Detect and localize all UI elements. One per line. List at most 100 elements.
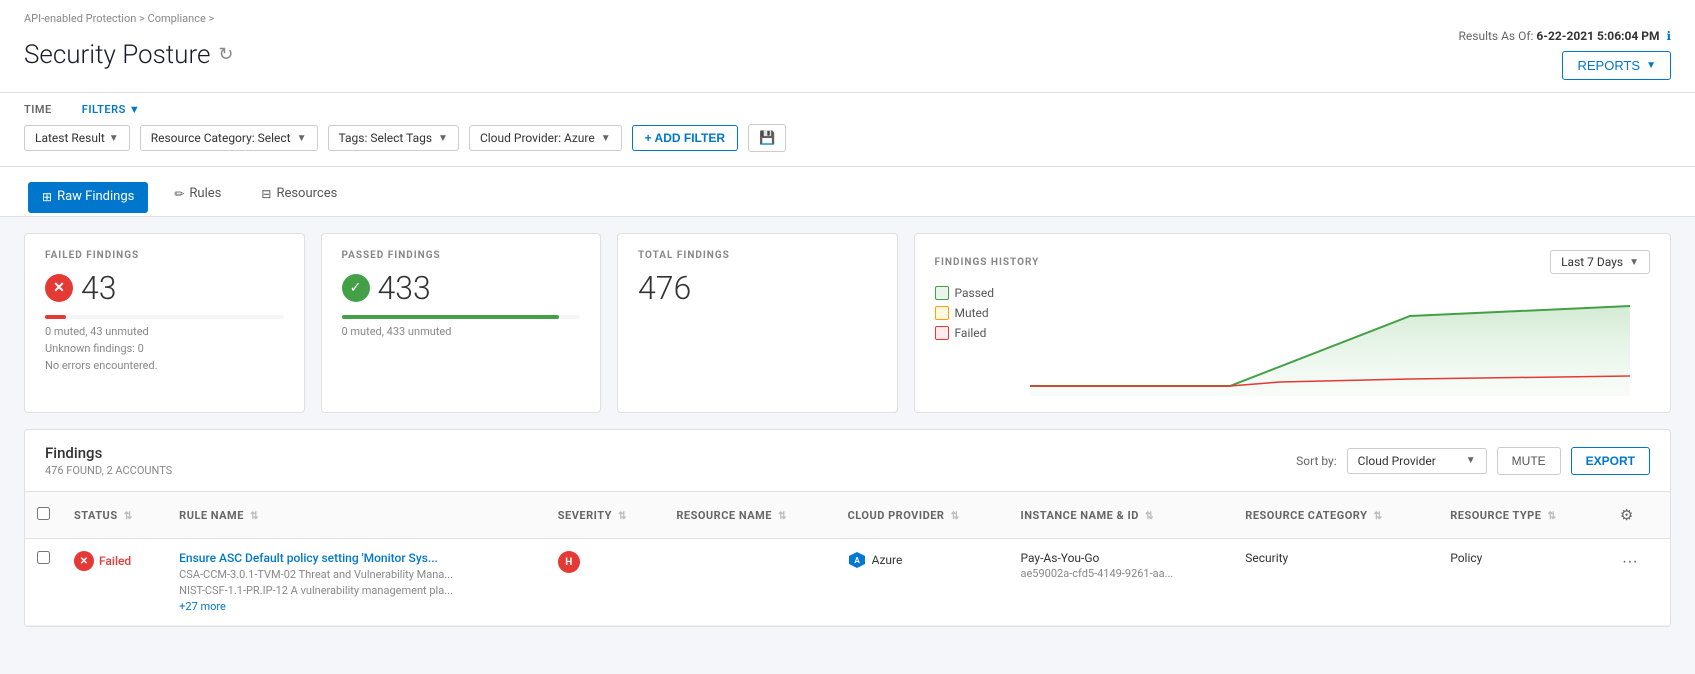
- legend-passed-box: [935, 286, 949, 300]
- main-content: FAILED FINDINGS ✕ 43 0 muted, 43 unmuted…: [0, 217, 1695, 643]
- th-checkbox: [25, 492, 62, 539]
- svg-text:A: A: [854, 556, 860, 565]
- failed-findings-card: FAILED FINDINGS ✕ 43 0 muted, 43 unmuted…: [24, 233, 305, 413]
- severity-badge: H: [558, 551, 580, 573]
- legend-failed-box: [935, 326, 949, 340]
- filters-dropdown-arrow: ▼: [129, 103, 140, 116]
- row-more-cell: ···: [1604, 539, 1670, 626]
- cloud-sort-icon: ⇅: [951, 511, 960, 522]
- resource-category-arrow: ▼: [297, 133, 307, 144]
- total-label: TOTAL FINDINGS: [638, 250, 877, 261]
- chart-area: [1010, 286, 1650, 396]
- findings-title: Findings: [45, 444, 172, 462]
- failed-count: 43: [81, 269, 117, 307]
- th-rule-name[interactable]: RULE NAME ⇅: [167, 492, 546, 539]
- time-filter-select[interactable]: Latest Result ▼: [24, 125, 130, 151]
- history-chart: [1010, 286, 1650, 396]
- sort-by-select[interactable]: Cloud Provider ▼: [1347, 448, 1487, 474]
- passed-findings-card: PASSED FINDINGS ✓ 433 0 muted, 433 unmut…: [321, 233, 602, 413]
- breadcrumb-item-2[interactable]: Compliance: [148, 12, 206, 25]
- th-resource-name[interactable]: RESOURCE NAME ⇅: [664, 492, 835, 539]
- rule-sub-2: NIST-CSF-1.1-PR.IP-12 A vulnerability ma…: [179, 584, 479, 597]
- rule-name-link[interactable]: Ensure ASC Default policy setting 'Monit…: [179, 551, 479, 565]
- azure-logo: A: [848, 551, 866, 569]
- legend-passed-label: Passed: [955, 286, 995, 300]
- reports-button[interactable]: REPORTS ▼: [1562, 51, 1671, 80]
- tags-select[interactable]: Tags: Select Tags ▼: [328, 125, 459, 151]
- th-resource-category[interactable]: RESOURCE CATEGORY ⇅: [1233, 492, 1438, 539]
- severity-sort-icon: ⇅: [618, 511, 627, 522]
- findings-table: STATUS ⇅ RULE NAME ⇅ SEVERITY ⇅ RESOUR: [25, 492, 1670, 626]
- row-fail-icon: ✕: [74, 551, 94, 571]
- failed-sub: 0 muted, 43 unmuted: [45, 325, 284, 338]
- add-filter-button[interactable]: + ADD FILTER: [632, 125, 738, 151]
- legend-muted-box: [935, 306, 949, 320]
- resource-type-sort-icon: ⇅: [1548, 511, 1557, 522]
- export-button[interactable]: EXPORT: [1571, 447, 1650, 475]
- th-severity[interactable]: SEVERITY ⇅: [546, 492, 665, 539]
- findings-count: 476 FOUND, 2 ACCOUNTS: [45, 464, 172, 477]
- tab-rules[interactable]: ✏ Rules: [160, 179, 235, 210]
- history-period-select[interactable]: Last 7 Days ▼: [1550, 250, 1650, 274]
- select-all-checkbox[interactable]: [37, 507, 50, 520]
- findings-history-card: FINDINGS HISTORY Last 7 Days ▼ Passed Mu…: [914, 233, 1672, 413]
- table-row: ✕ Failed Ensure ASC Default policy setti…: [25, 539, 1670, 626]
- resource-name-sort-icon: ⇅: [778, 511, 787, 522]
- passed-count: 433: [378, 269, 431, 307]
- reports-dropdown-arrow: ▼: [1646, 60, 1656, 71]
- save-filter-button[interactable]: 💾: [748, 124, 786, 152]
- sort-select-arrow: ▼: [1466, 455, 1476, 466]
- rule-name-cell: Ensure ASC Default policy setting 'Monit…: [167, 539, 546, 626]
- row-checkbox[interactable]: [37, 551, 50, 564]
- row-more-button[interactable]: ···: [1616, 551, 1644, 573]
- cloud-provider-select[interactable]: Cloud Provider: Azure ▼: [469, 125, 622, 151]
- raw-findings-icon: ⊞: [42, 190, 52, 204]
- severity-cell: H: [546, 539, 665, 626]
- legend-failed-label: Failed: [955, 326, 987, 340]
- table-settings-button[interactable]: ⚙: [1616, 502, 1637, 528]
- breadcrumb: API-enabled Protection > Compliance >: [24, 12, 1671, 25]
- save-icon: 💾: [759, 130, 775, 145]
- th-cloud-provider[interactable]: CLOUD PROVIDER ⇅: [836, 492, 1009, 539]
- passed-label: PASSED FINDINGS: [342, 250, 581, 261]
- fail-progress-bar: [45, 315, 66, 319]
- cloud-provider-cell: A Azure: [836, 539, 1009, 626]
- filters-bar: TIME FILTERS ▼ Latest Result ▼ Resource …: [0, 93, 1695, 167]
- time-select-arrow: ▼: [109, 133, 119, 144]
- filters-label[interactable]: FILTERS ▼: [82, 103, 140, 116]
- th-instance-name[interactable]: INSTANCE NAME & ID ⇅: [1008, 492, 1233, 539]
- resource-category-select[interactable]: Resource Category: Select ▼: [140, 125, 318, 151]
- unknown-findings: Unknown findings: 0: [45, 342, 284, 355]
- findings-table-section: Findings 476 FOUND, 2 ACCOUNTS Sort by: …: [24, 429, 1671, 627]
- passed-sub: 0 muted, 433 unmuted: [342, 325, 581, 338]
- breadcrumb-item-1[interactable]: API-enabled Protection: [24, 12, 136, 25]
- pass-icon: ✓: [342, 274, 370, 302]
- resource-type-cell: Policy: [1438, 539, 1604, 626]
- period-arrow: ▼: [1629, 257, 1639, 268]
- table-wrap: STATUS ⇅ RULE NAME ⇅ SEVERITY ⇅ RESOUR: [25, 492, 1670, 626]
- failed-label: FAILED FINDINGS: [45, 250, 284, 261]
- fail-icon: ✕: [45, 274, 73, 302]
- resource-category-cell: Security: [1233, 539, 1438, 626]
- legend: Passed Muted Failed: [935, 286, 995, 388]
- th-settings: ⚙: [1604, 492, 1670, 539]
- pass-progress-bar: [342, 315, 559, 319]
- passed-area: [1030, 306, 1630, 396]
- cloud-provider-arrow: ▼: [601, 133, 611, 144]
- mute-button[interactable]: MUTE: [1497, 447, 1561, 475]
- rule-more-link[interactable]: +27 more: [179, 600, 479, 613]
- info-icon[interactable]: ℹ: [1666, 29, 1671, 43]
- tab-resources[interactable]: ⊟ Resources: [247, 179, 351, 210]
- tabs-bar: ⊞ Raw Findings ✏ Rules ⊟ Resources: [0, 167, 1695, 217]
- tags-arrow: ▼: [438, 133, 448, 144]
- status-cell: ✕ Failed: [62, 539, 167, 626]
- total-findings-card: TOTAL FINDINGS 476: [617, 233, 898, 413]
- instance-id: ae59002a-cfd5-4149-9261-aa...: [1020, 567, 1221, 580]
- top-bar: API-enabled Protection > Compliance > Se…: [0, 0, 1695, 93]
- th-status[interactable]: STATUS ⇅: [62, 492, 167, 539]
- page-title: Security Posture ↻: [24, 40, 234, 70]
- refresh-icon[interactable]: ↻: [218, 44, 233, 65]
- tab-raw-findings[interactable]: ⊞ Raw Findings: [28, 182, 148, 213]
- legend-muted-label: Muted: [955, 306, 989, 320]
- th-resource-type[interactable]: RESOURCE TYPE ⇅: [1438, 492, 1604, 539]
